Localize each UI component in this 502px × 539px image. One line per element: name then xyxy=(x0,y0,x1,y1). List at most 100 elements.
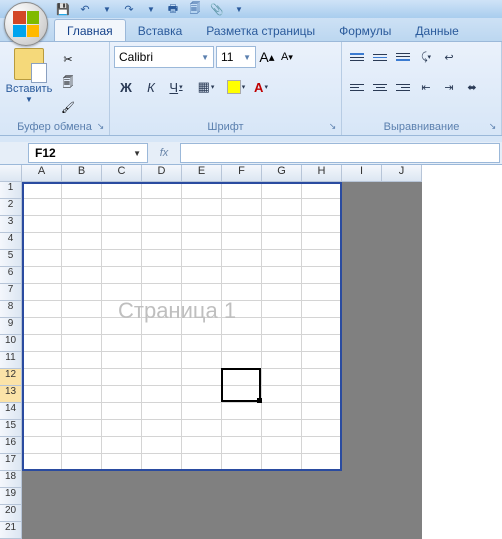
cell[interactable] xyxy=(302,386,342,403)
cell[interactable] xyxy=(302,505,342,522)
row-header[interactable]: 6 xyxy=(0,267,22,284)
cell[interactable] xyxy=(22,284,62,301)
cell[interactable] xyxy=(382,437,422,454)
cell[interactable] xyxy=(222,199,262,216)
cell[interactable] xyxy=(22,250,62,267)
cell[interactable] xyxy=(142,522,182,539)
row-header[interactable]: 8 xyxy=(0,301,22,318)
cell[interactable] xyxy=(222,369,262,386)
cell[interactable] xyxy=(142,437,182,454)
paste-button[interactable]: Вставить ▼ xyxy=(4,46,54,104)
cell[interactable] xyxy=(22,386,62,403)
cell[interactable] xyxy=(382,369,422,386)
decrease-indent-button[interactable]: ⇤ xyxy=(415,76,437,98)
align-right-button[interactable] xyxy=(392,76,414,98)
row-header[interactable]: 19 xyxy=(0,488,22,505)
cell[interactable] xyxy=(302,420,342,437)
cell[interactable] xyxy=(62,250,102,267)
row-header[interactable]: 5 xyxy=(0,250,22,267)
cell[interactable] xyxy=(22,267,62,284)
cell[interactable] xyxy=(302,369,342,386)
cell[interactable] xyxy=(342,267,382,284)
col-header[interactable]: G xyxy=(262,165,302,182)
cell[interactable] xyxy=(342,454,382,471)
cell[interactable] xyxy=(342,301,382,318)
tab-home[interactable]: Главная xyxy=(54,19,126,41)
undo-icon[interactable]: ↶ xyxy=(76,1,94,17)
cell[interactable] xyxy=(62,216,102,233)
font-color-button[interactable]: A▾ xyxy=(249,76,273,98)
cell[interactable] xyxy=(342,437,382,454)
cell[interactable] xyxy=(102,420,142,437)
cell[interactable] xyxy=(302,301,342,318)
cell[interactable] xyxy=(182,488,222,505)
cell[interactable] xyxy=(262,403,302,420)
cell[interactable] xyxy=(182,505,222,522)
cell[interactable] xyxy=(22,352,62,369)
cell[interactable] xyxy=(302,284,342,301)
tab-formulas[interactable]: Формулы xyxy=(327,20,403,41)
cell[interactable] xyxy=(22,403,62,420)
row-header[interactable]: 13 xyxy=(0,386,22,403)
cell[interactable] xyxy=(62,284,102,301)
cell[interactable] xyxy=(222,267,262,284)
paste-dropdown-icon[interactable]: ▼ xyxy=(25,95,33,104)
row-header[interactable]: 4 xyxy=(0,233,22,250)
cell[interactable] xyxy=(102,182,142,199)
cell[interactable] xyxy=(142,301,182,318)
cell[interactable] xyxy=(142,233,182,250)
cell[interactable] xyxy=(262,386,302,403)
cell[interactable] xyxy=(182,182,222,199)
cell[interactable] xyxy=(382,352,422,369)
align-left-button[interactable] xyxy=(346,76,368,98)
cell[interactable] xyxy=(22,233,62,250)
cell[interactable] xyxy=(142,505,182,522)
cell[interactable] xyxy=(222,250,262,267)
cell[interactable] xyxy=(182,233,222,250)
cell[interactable] xyxy=(342,233,382,250)
row-header[interactable]: 11 xyxy=(0,352,22,369)
cell[interactable] xyxy=(182,267,222,284)
cell[interactable] xyxy=(142,318,182,335)
cell[interactable] xyxy=(382,233,422,250)
cell[interactable] xyxy=(142,352,182,369)
cell[interactable] xyxy=(182,284,222,301)
cell[interactable] xyxy=(62,386,102,403)
cell[interactable] xyxy=(222,233,262,250)
tab-page-layout[interactable]: Разметка страницы xyxy=(194,20,327,41)
cell[interactable] xyxy=(62,301,102,318)
print-preview-icon[interactable]: 🗐 xyxy=(186,1,204,17)
attach-icon[interactable]: 📎 xyxy=(208,1,226,17)
cell[interactable] xyxy=(342,250,382,267)
worksheet-grid[interactable]: ABCDEFGHIJ123456789101112131415161718192… xyxy=(0,165,502,539)
cell[interactable] xyxy=(142,403,182,420)
cell[interactable] xyxy=(182,352,222,369)
cell[interactable] xyxy=(302,335,342,352)
cell[interactable] xyxy=(62,335,102,352)
cell[interactable] xyxy=(62,369,102,386)
redo-icon[interactable]: ↷ xyxy=(120,1,138,17)
cell[interactable] xyxy=(382,284,422,301)
row-header[interactable]: 1 xyxy=(0,182,22,199)
cell[interactable] xyxy=(222,403,262,420)
cell[interactable] xyxy=(62,471,102,488)
cell[interactable] xyxy=(182,318,222,335)
cell[interactable] xyxy=(342,199,382,216)
cell[interactable] xyxy=(22,216,62,233)
cell[interactable] xyxy=(222,216,262,233)
cell[interactable] xyxy=(182,301,222,318)
row-header[interactable]: 16 xyxy=(0,437,22,454)
cell[interactable] xyxy=(62,420,102,437)
cell[interactable] xyxy=(142,420,182,437)
row-header[interactable]: 18 xyxy=(0,471,22,488)
cell[interactable] xyxy=(22,335,62,352)
font-launcher-icon[interactable]: ↘ xyxy=(326,120,339,133)
cell[interactable] xyxy=(222,420,262,437)
cell[interactable] xyxy=(222,352,262,369)
cell[interactable] xyxy=(142,284,182,301)
cell[interactable] xyxy=(22,199,62,216)
cell[interactable] xyxy=(262,335,302,352)
redo-dropdown-icon[interactable]: ▼ xyxy=(142,1,160,17)
borders-button[interactable]: ▦▾ xyxy=(194,76,218,98)
cell[interactable] xyxy=(302,522,342,539)
